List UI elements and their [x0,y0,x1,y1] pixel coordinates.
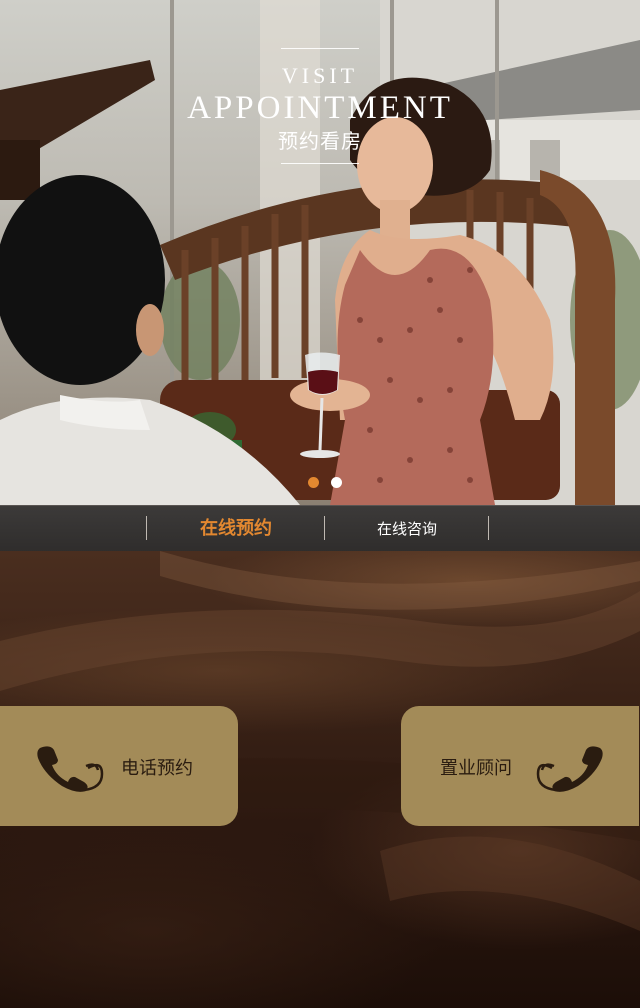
phone-booking-button[interactable]: 电话预约 [0,706,238,826]
tab-online-consult[interactable]: 在线咨询 [326,506,488,552]
hero-title-large: APPOINTMENT [187,90,453,126]
page: VISIT APPOINTMENT 预约看房 在线预约 在线咨询 电话预约 置业… [0,0,640,1008]
tab-bar: 在线预约 在线咨询 [0,505,640,552]
title-bottom-rule [281,163,359,164]
carousel-indicator [308,477,342,488]
tab-divider [146,516,147,540]
hero-title-cn: 预约看房 [278,129,362,153]
title-top-rule [281,48,359,49]
phone-booking-label: 电话预约 [121,758,193,779]
phone-icon [536,746,603,792]
consultant-label: 置业顾问 [440,758,512,779]
carousel-dot-1[interactable] [308,477,319,488]
phone-icon [37,746,104,792]
carousel-dot-2[interactable] [331,477,342,488]
tab-divider [324,516,325,540]
hero-banner[interactable]: VISIT APPOINTMENT 预约看房 [0,0,640,505]
hero-title: VISIT APPOINTMENT 预约看房 [0,48,640,164]
consultant-button[interactable]: 置业顾问 [401,706,639,826]
hero-title-small: VISIT [281,63,359,88]
tab-online-booking[interactable]: 在线预约 [148,506,324,552]
tab-divider [488,516,489,540]
